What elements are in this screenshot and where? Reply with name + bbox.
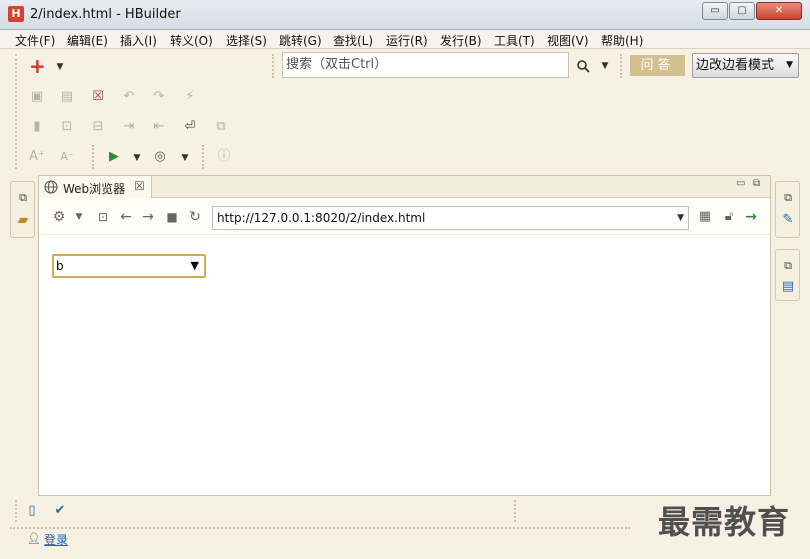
toolbar: + ▼ 搜索（双击Ctrl） ▼ 问答 边改边看模式 ▼ ▣ ▤ ☒ ↶ ↷ ⚡… [0,49,810,174]
go-arrow-icon[interactable]: → [743,209,759,225]
format-icon[interactable]: ⚡ [182,89,198,105]
chevron-down-icon: ▼ [786,60,793,70]
view-maximize-icon[interactable]: ⧉ [753,178,760,189]
undo-icon[interactable]: ↶ [121,89,137,105]
right-side-panel-top: ⧉ ✎ [775,181,800,238]
search-icon[interactable] [576,59,590,73]
maximize-button[interactable]: ▢ [729,2,755,20]
menu-bar: 文件(F) 编辑(E) 插入(I) 转义(O) 选择(S) 跳转(G) 查找(L… [0,30,810,49]
menu-publish[interactable]: 发行(B) [440,32,482,49]
restore-icon[interactable]: ⧉ [780,258,796,274]
restore-icon[interactable]: ⧉ [15,190,31,206]
url-text: http://127.0.0.1:8020/2/index.html [217,211,426,225]
tasks-icon[interactable]: ✔ [52,503,68,519]
tab-strip: Web浏览器 ☒ ▭ ⧉ [39,176,770,198]
restore-icon[interactable]: ⧉ [780,190,796,206]
comment-icon[interactable]: ⊡ [59,119,75,135]
settings-dropdown-icon[interactable]: ▼ [71,209,87,225]
console-icon[interactable]: ▤ [780,279,796,295]
search-dropdown-icon[interactable]: ▼ [600,61,610,71]
close-button[interactable]: ✕ [756,2,802,20]
watermark: 最需教育 [658,503,791,541]
toolbar-grip [92,145,94,169]
toolbar-grip [620,54,622,78]
browser-toolbar: ⚙ ▼ ⊡ ← → ■ ↻ http://127.0.0.1:8020/2/in… [39,199,770,235]
outdent-icon[interactable]: ⇤ [151,119,167,135]
refresh-icon[interactable]: ↻ [187,209,203,225]
save-all-icon[interactable]: ▤ [59,89,75,105]
terminal-icon[interactable]: ⊡ [95,209,111,225]
toolbar-grip [272,54,274,78]
uncomment-icon[interactable]: ⊟ [90,119,106,135]
info-icon[interactable]: ⓘ [216,149,232,165]
menu-goto[interactable]: 跳转(G) [279,32,322,49]
tab-close-icon[interactable]: ☒ [134,179,145,193]
chevron-down-icon: ▼ [190,259,199,272]
bookmark-icon[interactable]: ▮ [29,119,45,135]
title-bar: H 2/index.html - HBuilder ▭ ▢ ✕ [0,0,810,30]
right-side-panel-bottom: ⧉ ▤ [775,249,800,301]
page-select-value: b [56,259,64,273]
page-select[interactable]: b ▼ [52,254,206,278]
browser-icon[interactable]: ◎ [152,149,168,165]
forward-arrow-icon[interactable]: → [140,209,156,225]
globe-icon [44,180,58,194]
ask-button[interactable]: 问答 [630,55,685,76]
menu-tools[interactable]: 工具(T) [494,32,535,49]
new-file-plus-icon[interactable]: + [29,56,46,76]
run-dropdown-icon[interactable]: ▼ [132,153,142,163]
qr-code-icon[interactable]: ▦ [697,209,713,225]
settings-gear-icon[interactable]: ⚙ [51,209,67,225]
menu-edit[interactable]: 编辑(E) [67,32,108,49]
new-window-icon[interactable]: ▯ [24,503,40,519]
menu-run[interactable]: 运行(R) [386,32,428,49]
mode-select[interactable]: 边改边看模式 ▼ [692,53,799,78]
search-input[interactable]: 搜索（双击Ctrl） [282,52,569,78]
font-decrease-icon[interactable]: A⁻ [59,149,75,165]
minimize-button[interactable]: ▭ [702,2,728,20]
view-minimize-icon[interactable]: ▭ [736,178,745,189]
hbuilder-logo-icon: H [8,6,24,22]
browser-dropdown-icon[interactable]: ▼ [180,153,190,163]
redo-icon[interactable]: ↷ [151,89,167,105]
lock-icon[interactable]: 🔓︎ [721,209,737,225]
window-title: 2/index.html - HBuilder [30,7,181,22]
bottom-panel: ▯ ✔ 👤︎ 登录 最需教育 [0,497,810,559]
menu-file[interactable]: 文件(F) [15,32,55,49]
toolbar-grip [514,500,516,522]
toolbar-grip [15,54,17,169]
close-file-icon[interactable]: ☒ [90,89,106,105]
tab-label: Web浏览器 [63,182,126,196]
run-icon[interactable]: ▶ [106,149,122,165]
stop-icon[interactable]: ■ [164,209,180,225]
menu-insert[interactable]: 插入(I) [120,32,157,49]
project-folder-icon[interactable]: ▰ [15,212,31,228]
login-link[interactable]: 登录 [44,531,68,548]
menu-help[interactable]: 帮助(H) [601,32,643,49]
divider [10,527,630,529]
toolbar-grip [202,145,204,169]
mode-select-label: 边改边看模式 [696,58,775,73]
menu-escape[interactable]: 转义(O) [170,32,213,49]
url-input[interactable]: http://127.0.0.1:8020/2/index.html ▼ [212,206,689,230]
menu-view[interactable]: 视图(V) [547,32,589,49]
wrap-icon[interactable]: ⏎ [182,119,198,135]
web-browser-view: Web浏览器 ☒ ▭ ⧉ ⚙ ▼ ⊡ ← → ■ ↻ http://127.0.… [38,175,771,496]
menu-select[interactable]: 选择(S) [226,32,267,49]
save-icon[interactable]: ▣ [29,89,45,105]
url-dropdown-icon[interactable]: ▼ [677,207,684,229]
edit-icon[interactable]: ✎ [780,212,796,228]
left-side-panel: ⧉ ▰ [10,181,35,238]
indent-icon[interactable]: ⇥ [121,119,137,135]
tab-web-browser[interactable]: Web浏览器 ☒ [39,176,152,198]
new-file-dropdown-icon[interactable]: ▼ [55,62,65,72]
user-icon: 👤︎ [27,532,41,545]
menu-find[interactable]: 查找(L) [333,32,373,49]
font-increase-icon[interactable]: A⁺ [29,149,45,165]
back-arrow-icon[interactable]: ← [118,209,134,225]
toolbar-grip [15,500,17,522]
preview-icon[interactable]: ⧉ [213,119,229,135]
